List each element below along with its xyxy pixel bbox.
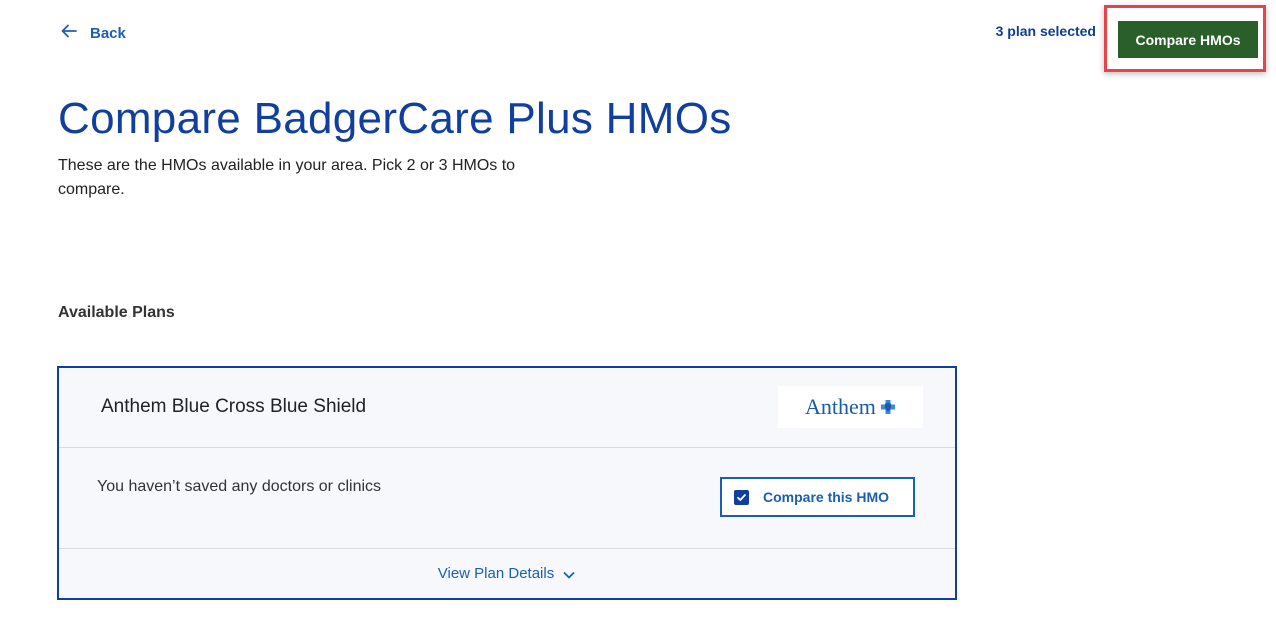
view-plan-details-toggle[interactable]: View Plan Details: [59, 549, 955, 598]
plan-card-header: Anthem Blue Cross Blue Shield Anthem: [59, 368, 955, 448]
arrow-left-icon: [60, 22, 78, 44]
compare-this-hmo-label: Compare this HMO: [763, 489, 890, 505]
chevron-down-icon: [563, 571, 575, 578]
back-label: Back: [90, 24, 126, 42]
page: Back 3 plan selected Compare HMOs Compar…: [0, 0, 1276, 625]
section-heading: Available Plans: [58, 304, 175, 321]
logo-wordmark: Anthem: [805, 394, 876, 419]
plan-logo: Anthem: [778, 386, 923, 428]
plan-name: Anthem Blue Cross Blue Shield: [101, 396, 367, 417]
plan-count: 3 plan selected: [995, 23, 1096, 39]
back-link[interactable]: Back: [60, 22, 126, 44]
page-subtitle: These are the HMOs available in your are…: [58, 157, 516, 198]
blue-cross-shield-icon: [880, 400, 895, 414]
page-title: Compare BadgerCare Plus HMOs: [58, 94, 732, 143]
plan-card-body: You haven’t saved any doctors or clinics…: [59, 448, 955, 549]
saved-doctors-text: You haven’t saved any doctors or clinics: [97, 478, 382, 495]
checkmark-icon: [734, 489, 749, 505]
plan-card: Anthem Blue Cross Blue Shield Anthem You…: [57, 366, 957, 600]
view-plan-details-label: View Plan Details: [437, 565, 555, 582]
compare-button-highlight: Compare HMOs: [1104, 5, 1266, 72]
compare-hmos-button[interactable]: Compare HMOs: [1118, 21, 1258, 58]
compare-this-hmo-checkbox[interactable]: Compare this HMO: [720, 477, 915, 517]
